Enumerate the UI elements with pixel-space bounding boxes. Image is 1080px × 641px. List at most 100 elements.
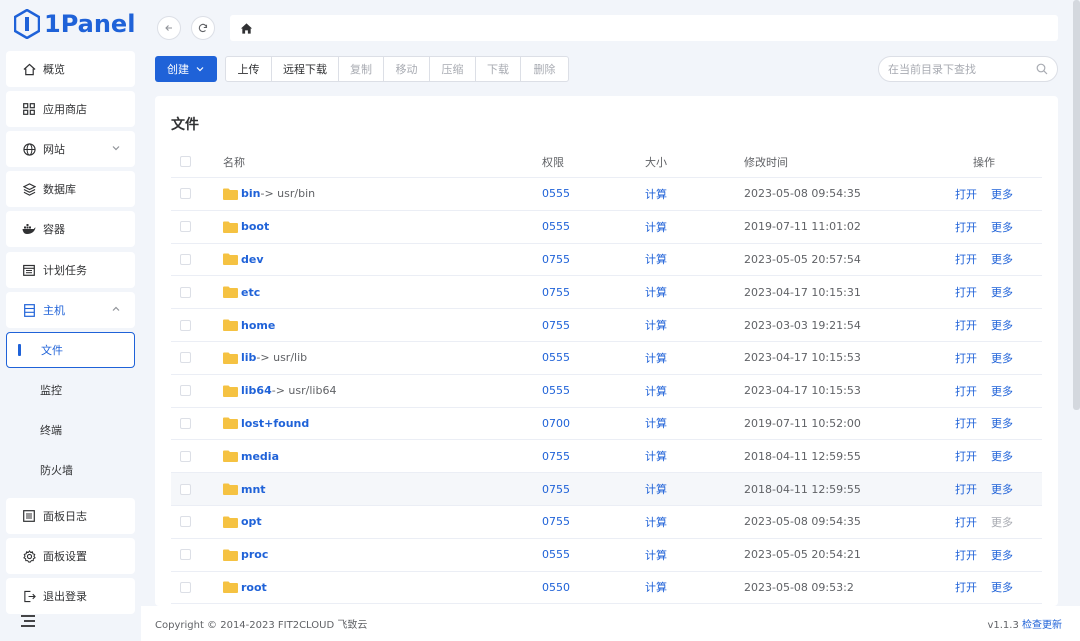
permission-value[interactable]: 0755 — [542, 483, 570, 496]
calc-size-link[interactable]: 计算 — [645, 219, 667, 235]
more-link[interactable]: 更多 — [991, 415, 1013, 431]
open-link[interactable]: 打开 — [955, 317, 977, 333]
permission-value[interactable]: 0550 — [542, 581, 570, 594]
page-scrollbar[interactable] — [1073, 0, 1080, 410]
calc-size-link[interactable]: 计算 — [645, 317, 667, 333]
more-link[interactable]: 更多 — [991, 317, 1013, 333]
file-name[interactable]: lost+found — [241, 417, 309, 430]
row-checkbox[interactable] — [180, 417, 191, 429]
permission-value[interactable]: 0555 — [542, 187, 570, 200]
table-row[interactable]: bin -> usr/bin 0555 计算 2023-05-08 09:54:35 打开… — [171, 178, 1042, 211]
file-name[interactable]: opt — [241, 515, 262, 528]
calc-size-link[interactable]: 计算 — [645, 547, 667, 563]
sidebar-item-database[interactable]: 数据库 — [6, 171, 135, 207]
sidebar-item-cron[interactable]: 计划任务 — [6, 252, 135, 288]
row-checkbox[interactable] — [180, 221, 191, 233]
open-link[interactable]: 打开 — [955, 251, 977, 267]
row-checkbox[interactable] — [180, 549, 191, 561]
row-checkbox[interactable] — [180, 319, 191, 331]
more-link[interactable]: 更多 — [991, 186, 1013, 202]
calc-size-link[interactable]: 计算 — [645, 383, 667, 399]
permission-value[interactable]: 0755 — [542, 253, 570, 266]
permission-value[interactable]: 0555 — [542, 384, 570, 397]
sidebar-item-panel-settings[interactable]: 面板设置 — [6, 538, 135, 574]
sidebar-item-firewall[interactable]: 防火墙 — [6, 452, 135, 488]
sidebar-item-files[interactable]: 文件 — [6, 332, 135, 368]
permission-value[interactable]: 0555 — [542, 351, 570, 364]
file-name[interactable]: etc — [241, 286, 260, 299]
sidebar-item-app-store[interactable]: 应用商店 — [6, 91, 135, 127]
table-row[interactable]: boot 0555 计算 2019-07-11 11:01:02 打开 更多 — [171, 211, 1042, 244]
row-checkbox[interactable] — [180, 188, 191, 200]
create-button[interactable]: 创建 — [155, 56, 217, 82]
calc-size-link[interactable]: 计算 — [645, 514, 667, 530]
more-link[interactable]: 更多 — [991, 547, 1013, 563]
table-row[interactable]: lost+found 0700 计算 2019-07-11 10:52:00 打开 更多 — [171, 408, 1042, 441]
file-name[interactable]: boot — [241, 220, 269, 233]
calc-size-link[interactable]: 计算 — [645, 448, 667, 464]
open-link[interactable]: 打开 — [955, 186, 977, 202]
delete-button[interactable]: 删除 — [521, 57, 568, 81]
permission-value[interactable]: 0755 — [542, 319, 570, 332]
permission-value[interactable]: 0755 — [542, 286, 570, 299]
file-name[interactable]: lib64 — [241, 384, 272, 397]
row-checkbox[interactable] — [180, 581, 191, 593]
row-checkbox[interactable] — [180, 286, 191, 298]
search-icon[interactable] — [1036, 63, 1048, 75]
select-all-checkbox[interactable] — [180, 156, 191, 167]
calc-size-link[interactable]: 计算 — [645, 284, 667, 300]
search-input[interactable]: 在当前目录下查找 — [878, 56, 1058, 82]
more-link[interactable]: 更多 — [991, 579, 1013, 595]
open-link[interactable]: 打开 — [955, 219, 977, 235]
more-link[interactable]: 更多 — [991, 284, 1013, 300]
file-name[interactable]: media — [241, 450, 279, 463]
table-row[interactable]: opt 0755 计算 2023-05-08 09:54:35 打开 更多 — [171, 506, 1042, 539]
row-checkbox[interactable] — [180, 450, 191, 462]
open-link[interactable]: 打开 — [955, 415, 977, 431]
more-link[interactable]: 更多 — [991, 448, 1013, 464]
calc-size-link[interactable]: 计算 — [645, 350, 667, 366]
app-logo[interactable]: 1Panel — [14, 8, 135, 40]
upload-button[interactable]: 上传 — [226, 57, 272, 81]
sidebar-item-host[interactable]: 主机 — [6, 292, 135, 328]
table-row[interactable]: mnt 0755 计算 2018-04-11 12:59:55 打开 更多 — [171, 473, 1042, 506]
open-link[interactable]: 打开 — [955, 383, 977, 399]
sidebar-item-website[interactable]: 网站 — [6, 131, 135, 167]
row-checkbox[interactable] — [180, 516, 191, 528]
row-checkbox[interactable] — [180, 385, 191, 397]
calc-size-link[interactable]: 计算 — [645, 481, 667, 497]
more-link[interactable]: 更多 — [991, 219, 1013, 235]
download-button[interactable]: 下载 — [476, 57, 521, 81]
sidebar-item-monitor[interactable]: 监控 — [6, 372, 135, 408]
open-link[interactable]: 打开 — [955, 481, 977, 497]
path-breadcrumb[interactable] — [230, 15, 1058, 41]
permission-value[interactable]: 0755 — [542, 450, 570, 463]
refresh-button[interactable] — [191, 16, 215, 40]
sidebar-item-overview[interactable]: 概览 — [6, 51, 135, 87]
remote-download-button[interactable]: 远程下载 — [272, 57, 339, 81]
compress-button[interactable]: 压缩 — [430, 57, 476, 81]
open-link[interactable]: 打开 — [955, 284, 977, 300]
open-link[interactable]: 打开 — [955, 514, 977, 530]
more-link[interactable]: 更多 — [991, 383, 1013, 399]
more-link[interactable]: 更多 — [991, 251, 1013, 267]
table-row[interactable]: media 0755 计算 2018-04-11 12:59:55 打开 更多 — [171, 440, 1042, 474]
calc-size-link[interactable]: 计算 — [645, 415, 667, 431]
file-name[interactable]: home — [241, 319, 275, 332]
permission-value[interactable]: 0755 — [542, 515, 570, 528]
open-link[interactable]: 打开 — [955, 448, 977, 464]
table-row[interactable]: etc 0755 计算 2023-04-17 10:15:31 打开 更多 — [171, 276, 1042, 310]
open-link[interactable]: 打开 — [955, 547, 977, 563]
home-icon[interactable] — [240, 22, 253, 35]
permission-value[interactable]: 0555 — [542, 548, 570, 561]
collapse-menu-icon[interactable] — [20, 614, 36, 631]
file-name[interactable]: bin — [241, 187, 260, 200]
header-name[interactable]: 名称 — [223, 154, 245, 170]
table-row[interactable]: lib -> usr/lib 0555 计算 2023-04-17 10:15:53 打开… — [171, 342, 1042, 375]
open-link[interactable]: 打开 — [955, 350, 977, 366]
permission-value[interactable]: 0555 — [542, 220, 570, 233]
table-row[interactable]: root 0550 计算 2023-05-08 09:53:2 打开 更多 — [171, 572, 1042, 605]
table-row[interactable]: dev 0755 计算 2023-05-05 20:57:54 打开 更多 — [171, 244, 1042, 277]
more-link[interactable]: 更多 — [991, 350, 1013, 366]
sidebar-item-panel-log[interactable]: 面板日志 — [6, 498, 135, 534]
